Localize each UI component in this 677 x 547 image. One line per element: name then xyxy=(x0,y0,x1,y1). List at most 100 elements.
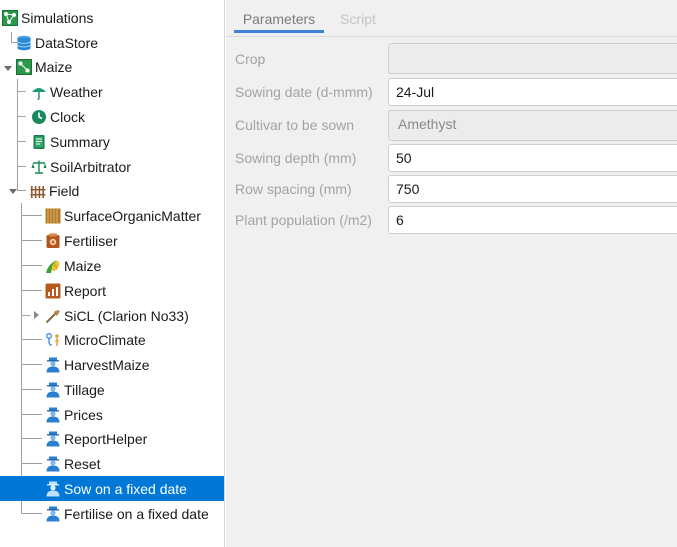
manager-icon xyxy=(45,481,61,497)
tree-node-datastore[interactable]: DataStore xyxy=(16,30,224,55)
tree-guide xyxy=(21,364,42,365)
tree-node-label: Clock xyxy=(50,108,86,125)
tree-node-harvestmaize[interactable]: HarvestMaize xyxy=(45,352,224,377)
param-field-plant-population[interactable]: 6 xyxy=(388,206,677,234)
tree-node-label: SiCL (Clarion No33) xyxy=(64,307,189,324)
tree-node-soil[interactable]: SiCL (Clarion No33) xyxy=(45,303,224,328)
collapse-arrow-icon[interactable] xyxy=(8,186,18,196)
tree-node-clock[interactable]: Clock xyxy=(31,104,224,129)
tree-guide xyxy=(17,141,26,142)
tab-divider xyxy=(226,36,677,37)
tree-guide xyxy=(17,79,18,191)
tree-node-field[interactable]: Field xyxy=(30,178,224,203)
param-field-cultivar: Amethyst xyxy=(388,110,677,141)
tree-guide xyxy=(17,166,26,167)
tree-node-fertiliser[interactable]: Fertiliser xyxy=(45,228,224,253)
weather-icon xyxy=(31,84,47,100)
tree-guide xyxy=(21,290,42,291)
tree-guide xyxy=(21,463,42,464)
param-label-row-spacing: Row spacing (mm) xyxy=(235,181,352,197)
param-field-row-spacing[interactable]: 750 xyxy=(388,175,677,203)
tree-node-label: Sow on a fixed date xyxy=(64,480,187,497)
expand-arrow-icon[interactable] xyxy=(31,310,41,320)
tree-node-label: Tillage xyxy=(64,381,105,398)
tree-node-label: ReportHelper xyxy=(64,430,148,447)
tree-node-tillage[interactable]: Tillage xyxy=(45,377,224,402)
clock-icon xyxy=(31,109,47,125)
tree-node-summary[interactable]: Summary xyxy=(31,129,224,154)
param-label-cultivar: Cultivar to be sown xyxy=(235,117,355,133)
tree-node-maize-plant[interactable]: Maize xyxy=(45,253,224,278)
simulation-icon xyxy=(16,58,32,75)
scales-icon xyxy=(31,159,47,175)
tab-script[interactable]: Script xyxy=(330,6,386,33)
tree-node-label: Fertiliser xyxy=(64,232,118,249)
tab-parameters[interactable]: Parameters xyxy=(234,6,324,33)
field-icon xyxy=(30,183,46,199)
tree-node-weather[interactable]: Weather xyxy=(31,79,224,104)
manager-icon xyxy=(45,431,61,447)
tree-guide xyxy=(21,265,42,266)
param-label-sowing-date: Sowing date (d-mmm) xyxy=(235,84,373,100)
tree-node-microclimate[interactable]: MicroClimate xyxy=(45,327,224,352)
tree-node-label: Maize xyxy=(35,58,73,75)
manager-icon xyxy=(45,382,61,398)
tree-node-prices[interactable]: Prices xyxy=(45,402,224,427)
tree-guide xyxy=(17,91,26,92)
tree-node-report[interactable]: Report xyxy=(45,278,224,303)
manager-icon xyxy=(45,407,61,423)
tree-node-label: Reset xyxy=(64,455,101,472)
tree-guide xyxy=(21,414,42,415)
tree-node-label: Summary xyxy=(50,133,110,150)
collapse-arrow-icon[interactable] xyxy=(3,63,13,73)
summary-icon xyxy=(31,134,47,150)
param-field-sowing-date[interactable]: 24-Jul xyxy=(388,78,677,106)
tree-node-label: Fertilise on a fixed date xyxy=(64,505,209,522)
soil-icon xyxy=(45,308,61,324)
tree-guide xyxy=(21,215,42,216)
tree-guide xyxy=(21,240,42,241)
param-label-sowing-depth: Sowing depth (mm) xyxy=(235,150,357,166)
tree-node-label: Weather xyxy=(50,83,103,100)
tree-node-soilarbitrator[interactable]: SoilArbitrator xyxy=(31,154,224,179)
maize-plant-icon xyxy=(45,258,61,274)
tree-node-label: Simulations xyxy=(21,9,94,26)
tree-node-label: Field xyxy=(49,182,80,199)
tree-node-label: Prices xyxy=(64,406,103,423)
tree-guide xyxy=(17,190,26,191)
report-icon xyxy=(45,283,61,299)
tree-node-label: MicroClimate xyxy=(64,331,146,348)
simulation-tree[interactable]: Simulations DataStore Maize Weather Cloc xyxy=(0,0,225,547)
tree-node-reset[interactable]: Reset xyxy=(45,451,224,476)
param-label-plant-population: Plant population (/m2) xyxy=(235,212,372,228)
tree-node-fertilise-on-a-fixed-date[interactable]: Fertilise on a fixed date xyxy=(45,501,224,526)
tree-node-simulations[interactable]: Simulations xyxy=(2,5,224,30)
tree-guide xyxy=(21,438,42,439)
param-label-crop: Crop xyxy=(235,51,266,67)
tree-node-reporthelper[interactable]: ReportHelper xyxy=(45,426,224,451)
tree-guide xyxy=(21,203,22,513)
app-window: Simulations DataStore Maize Weather Cloc xyxy=(0,0,677,547)
tree-guide xyxy=(21,315,30,316)
surface-organic-matter-icon xyxy=(45,208,61,224)
param-field-sowing-depth[interactable]: 50 xyxy=(388,144,677,172)
manager-icon xyxy=(45,456,61,472)
fertiliser-icon xyxy=(45,233,61,249)
manager-icon xyxy=(45,357,61,373)
tree-node-maize-simulation[interactable]: Maize xyxy=(16,54,224,79)
tree-node-label: SoilArbitrator xyxy=(50,158,131,175)
tree-guide xyxy=(11,32,12,42)
tree-node-surfaceorganicmatter[interactable]: SurfaceOrganicMatter xyxy=(45,203,224,228)
simulations-icon xyxy=(2,9,18,26)
tree-node-label: Maize xyxy=(64,257,102,274)
tree-node-sow-on-a-fixed-date[interactable]: Sow on a fixed date xyxy=(0,476,224,501)
tab-bar: Parameters Script xyxy=(226,0,677,33)
tree-node-label: DataStore xyxy=(35,34,99,51)
tree-guide xyxy=(21,389,42,390)
param-field-crop xyxy=(388,43,677,74)
tree-guide xyxy=(17,116,26,117)
microclimate-icon xyxy=(45,332,61,348)
tree-node-label: SurfaceOrganicMatter xyxy=(64,207,201,224)
tree-node-label: HarvestMaize xyxy=(64,356,150,373)
tree-guide xyxy=(21,339,42,340)
